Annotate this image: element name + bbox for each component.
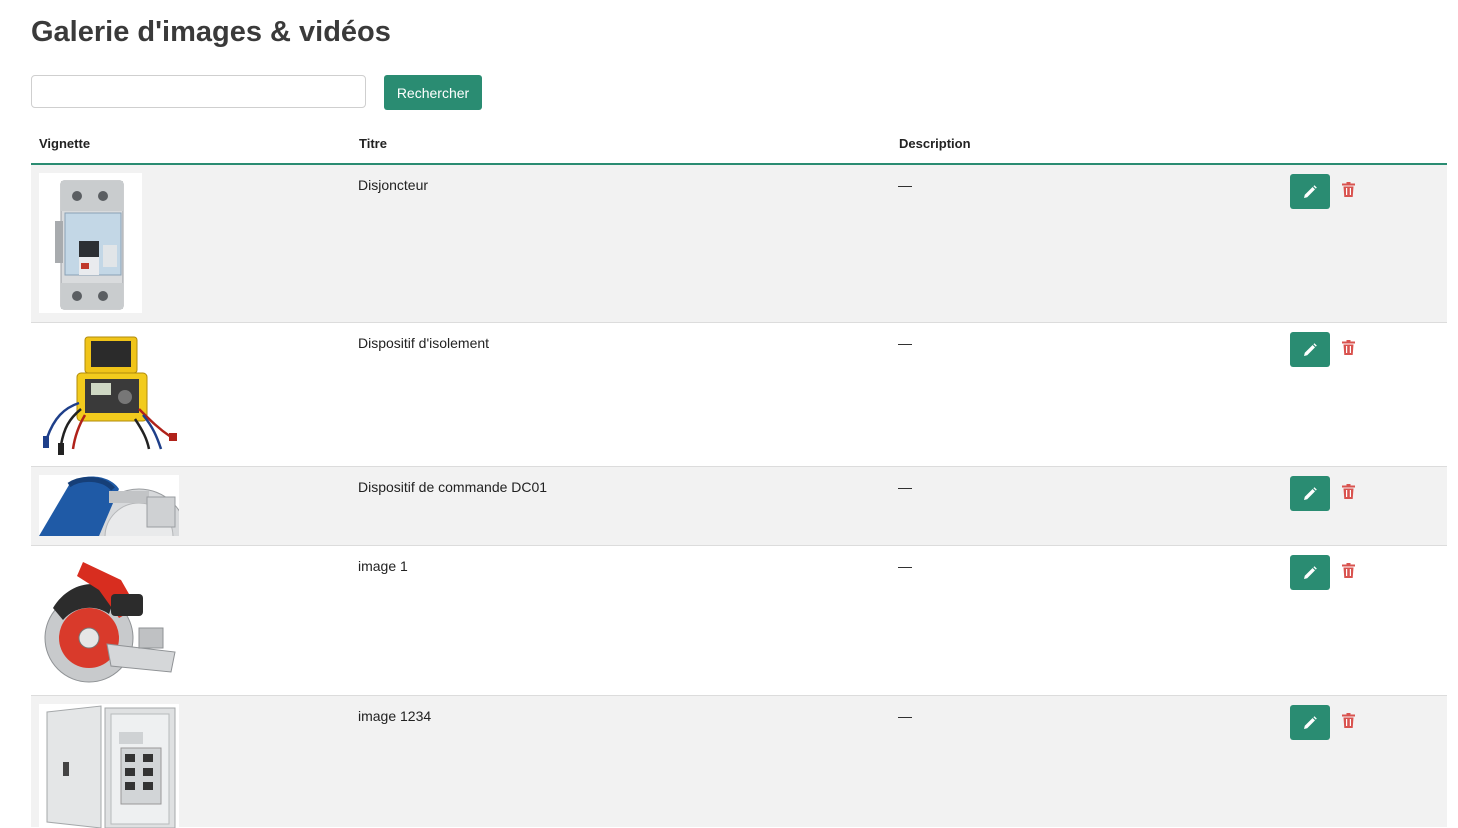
circular-saw-cropped-image[interactable] [39,475,179,536]
edit-button[interactable] [1290,332,1330,367]
table-row: image 1234 — [31,695,1447,828]
row-description: — [898,479,912,495]
search-input[interactable] [31,75,366,108]
electrical-panel-image[interactable] [39,704,179,828]
pencil-icon [1304,565,1317,579]
row-description: — [898,335,912,351]
table-row: Dispositif de commande DC01 — [31,466,1447,545]
table-header: Vignette Titre Description [31,124,1447,165]
row-title: Dispositif de commande DC01 [358,479,548,495]
trash-icon [1341,483,1355,499]
pencil-icon [1304,342,1317,356]
row-title: Dispositif d'isolement [358,335,490,351]
insulation-tester-image[interactable] [39,333,179,455]
edit-button[interactable] [1290,476,1330,511]
table-row: Dispositif d'isolement — [31,322,1447,466]
delete-button[interactable] [1339,482,1357,500]
trash-icon [1341,712,1355,728]
pencil-icon [1304,486,1317,500]
gallery-table: Vignette Titre Description Disjoncteur —… [31,124,1447,828]
page-title: Galerie d'images & vidéos [31,16,391,48]
delete-button[interactable] [1339,338,1357,356]
row-title: Disjoncteur [358,177,429,193]
row-description: — [898,558,912,574]
row-description: — [898,177,912,193]
delete-button[interactable] [1339,711,1357,729]
edit-button[interactable] [1290,174,1330,209]
trash-icon [1341,339,1355,355]
row-title: image 1 [358,558,408,574]
circular-saw-image[interactable] [39,556,179,686]
column-header-title: Titre [359,136,387,151]
circuit-breaker-image[interactable] [39,173,142,313]
trash-icon [1341,562,1355,578]
row-description: — [898,708,912,724]
column-header-description: Description [899,136,971,151]
pencil-icon [1304,184,1317,198]
row-title: image 1234 [358,708,432,724]
table-row: Disjoncteur — [31,165,1447,322]
delete-button[interactable] [1339,561,1357,579]
search-button[interactable]: Rechercher [384,75,482,110]
pencil-icon [1304,715,1317,729]
trash-icon [1341,181,1355,197]
column-header-thumbnail: Vignette [39,136,91,151]
table-row: image 1 — [31,545,1447,695]
edit-button[interactable] [1290,555,1330,590]
edit-button[interactable] [1290,705,1330,740]
delete-button[interactable] [1339,180,1357,198]
